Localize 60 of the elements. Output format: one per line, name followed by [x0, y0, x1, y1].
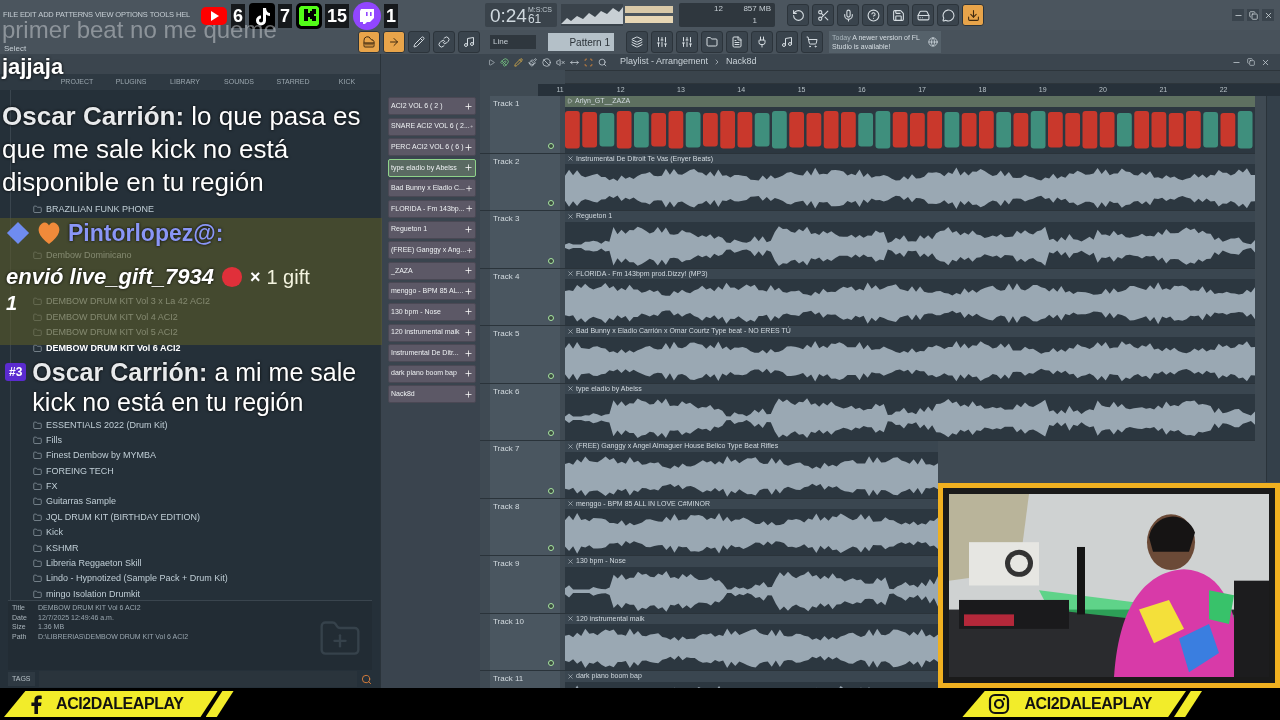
snap-dropdown[interactable]: Line — [490, 35, 536, 49]
track-header[interactable]: Track 4 — [490, 268, 560, 325]
browser-item[interactable]: KSHMR — [46, 542, 79, 554]
playlist-pattern: Nack8d — [726, 55, 757, 69]
browser-item[interactable]: mingo Isolation Drumkit — [46, 588, 141, 600]
track-name: Track 11 — [493, 673, 524, 685]
browser-item[interactable]: ESSENTIALS 2022 (Drum Kit) — [46, 419, 168, 431]
gift-multiplier: × — [249, 266, 261, 288]
browser-item[interactable]: FX — [46, 481, 58, 493]
gift-text: envió live_gift_7934 — [6, 264, 214, 290]
track-header[interactable]: Track 8 — [490, 498, 560, 555]
rank-badge: #3 — [5, 363, 27, 381]
browser-item[interactable]: Libreria Reggaeton Skill — [46, 558, 142, 570]
track-header[interactable]: Track 2 — [490, 153, 560, 210]
track-name: Track 1 — [493, 98, 520, 110]
memory-value: 857 MB — [742, 3, 771, 15]
pattern-selector[interactable]: Pattern 1 — [548, 33, 614, 51]
track-header[interactable]: Track 3 — [490, 211, 560, 268]
browser-item[interactable]: JQL DRUM KIT (BIRTHDAY EDITION) — [46, 511, 200, 523]
chat-message: Oscar Carrión: lo que pasa es que me sale kick no está disponible en tu región — [2, 100, 362, 199]
social-handle: ACI2DALEAPLAY — [56, 694, 184, 714]
track-header[interactable]: Track 9 — [490, 556, 560, 613]
time-value: 0:24 — [489, 6, 527, 25]
follower-count: 7 — [278, 4, 293, 28]
gift-label: 1 gift — [266, 265, 310, 289]
browser-item[interactable]: FOREING TECH — [46, 465, 114, 477]
hint-text: Select — [3, 44, 28, 53]
browser-item[interactable]: Fills — [46, 434, 62, 446]
browser-item[interactable]: BRAZILIAN FUNK PHONE — [46, 204, 155, 215]
track-header[interactable]: Track 10 — [490, 613, 560, 670]
track-header[interactable]: Track 5 — [490, 326, 560, 383]
chat-message: jajjaja — [2, 54, 64, 79]
time-centiseconds: 61 — [527, 13, 542, 25]
polyphony-value: 1 — [751, 15, 758, 27]
track-name: Track 5 — [493, 328, 520, 340]
track-name: Track 2 — [493, 155, 520, 168]
track-header[interactable]: Track 6 — [490, 383, 560, 440]
browser-item[interactable]: DEMBOW DRUM KIT Vol 6 ACI2 — [46, 342, 181, 354]
browser-item[interactable]: Lindo - Hypnotized (Sample Pack + Drum Kit) — [46, 573, 228, 585]
track-name: Track 9 — [493, 558, 520, 570]
track-name: Track 6 — [493, 385, 520, 398]
gift-sender: Pintorlopez@: — [68, 220, 224, 246]
track-name: Track 8 — [493, 500, 520, 513]
follower-count: 15 — [325, 4, 350, 28]
browser-item[interactable]: Finest Dembow by MYMBA — [46, 450, 157, 462]
playlist-title: Playlist - Arrangement — [620, 55, 709, 69]
chat-message: Oscar Carrión: a mi me sale kick no está en tu región — [32, 357, 358, 417]
cpu-value: 12 — [713, 3, 724, 15]
track-header[interactable]: Track 7 — [490, 441, 560, 498]
browser-item[interactable]: Kick — [46, 527, 63, 539]
follower-count: 1 — [384, 4, 399, 28]
track-header[interactable]: Track 11 — [490, 671, 560, 688]
track-name: Track 4 — [493, 270, 520, 283]
track-name: Track 3 — [493, 213, 520, 225]
browser-item[interactable]: Guitarras Sample — [46, 496, 117, 508]
gift-amount: 1 — [6, 292, 18, 314]
track-header[interactable]: Track 1 — [490, 96, 560, 153]
track-name: Track 10 — [493, 615, 524, 628]
social-handle: ACI2DALEAPLAY — [1024, 694, 1152, 714]
track-name: Track 7 — [493, 443, 520, 455]
